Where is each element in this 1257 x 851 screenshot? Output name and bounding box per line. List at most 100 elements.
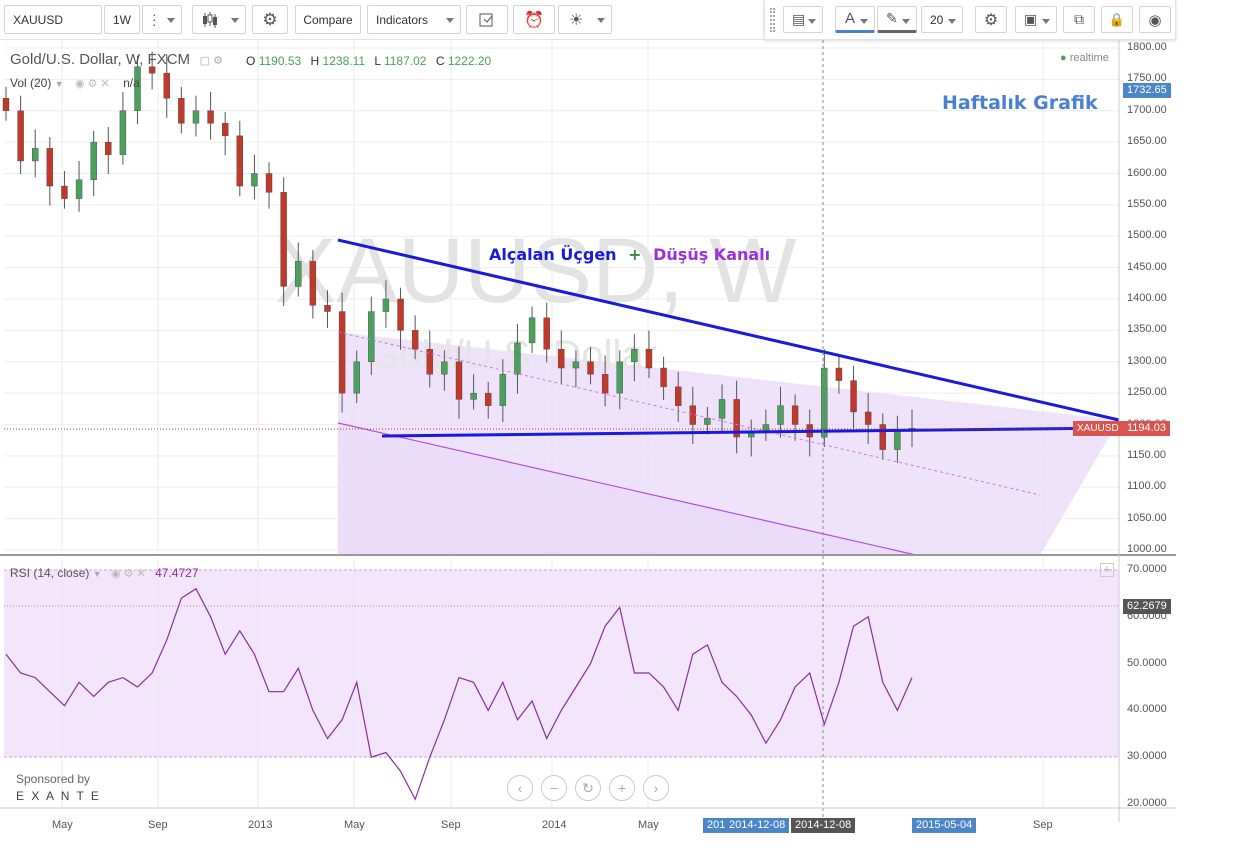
- low-label: L: [374, 54, 381, 68]
- text-color-button[interactable]: A: [835, 6, 875, 33]
- candle-body: [295, 261, 302, 287]
- gear-icon: ⚙: [983, 11, 999, 29]
- symbol-price-tag: XAUUSD: [1073, 421, 1123, 436]
- rsi-price-tag: 62.2679: [1123, 599, 1171, 614]
- sponsor-logo[interactable]: E X A N T E: [16, 789, 101, 803]
- template-icon: [479, 13, 493, 26]
- candle-body: [528, 317, 536, 344]
- chevron-down-icon: ▼: [92, 569, 102, 579]
- scroll-left-button[interactable]: ‹: [507, 775, 533, 801]
- eye-icon[interactable]: ◉ ⚙ ✕: [111, 568, 146, 580]
- clone-button[interactable]: ⧉: [1063, 6, 1095, 33]
- chart-canvas[interactable]: XAUUSD, W Gold/U.S. Dollar: [0, 40, 1257, 851]
- price-tick-label: 1000.00: [1127, 543, 1167, 555]
- alert-button[interactable]: ⏰: [513, 5, 555, 34]
- price-tick-label: 1050.00: [1127, 511, 1167, 524]
- candle-body: [46, 148, 54, 187]
- drawing-settings-button[interactable]: ⚙: [975, 6, 1007, 33]
- chevron-down-icon: [597, 18, 605, 23]
- candle-body: [791, 405, 799, 425]
- maximize-pane-icon[interactable]: +: [1100, 563, 1114, 577]
- background-color-button[interactable]: ✎: [877, 6, 917, 33]
- chevron-right-icon: ›: [653, 780, 659, 796]
- candle-body: [470, 392, 477, 400]
- last-price-tag: 1194.03: [1123, 421, 1170, 436]
- candle-body: [411, 330, 419, 350]
- ideas-button[interactable]: ☀: [558, 5, 612, 34]
- open-label: O: [246, 54, 256, 68]
- rsi-tick-label: 30.0000: [1127, 750, 1167, 763]
- rsi-tick-label: 40.0000: [1127, 703, 1167, 716]
- candle-body: [558, 349, 565, 369]
- candle-body: [850, 380, 857, 413]
- pattern-annotation[interactable]: Alçalan Üçgen + Düşüş Kanalı: [489, 245, 770, 264]
- candle-body: [397, 298, 404, 331]
- settings-button[interactable]: ⚙: [252, 5, 288, 34]
- chevron-down-icon: [231, 18, 239, 23]
- time-tick-label: May: [344, 819, 365, 831]
- time-tick-label: 2013: [248, 819, 273, 831]
- plus-icon: +: [617, 780, 627, 796]
- price-tick-label: 1400.00: [1127, 292, 1167, 304]
- plus-label: +: [628, 245, 642, 264]
- candle-body: [645, 349, 653, 369]
- candle-body: [163, 72, 170, 99]
- price-tick-label: 1650.00: [1127, 135, 1167, 148]
- close-value: 1222.20: [447, 54, 492, 68]
- templates-button[interactable]: [466, 5, 508, 34]
- candle-body: [455, 361, 463, 400]
- chart-style-button[interactable]: [192, 5, 246, 34]
- channel-label: Düşüş Kanalı: [653, 245, 771, 264]
- rsi-tick-label: 70.0000: [1127, 563, 1167, 575]
- text-style-button[interactable]: ▤: [783, 6, 823, 33]
- drag-handle[interactable]: [770, 8, 775, 32]
- reset-button[interactable]: ↻: [575, 775, 601, 801]
- compare-label: Compare: [303, 12, 353, 27]
- candle-body: [207, 110, 214, 124]
- chevron-down-icon: [167, 18, 175, 23]
- visual-order-button[interactable]: ▣: [1015, 6, 1057, 33]
- time-tick-label: Sep: [441, 819, 461, 831]
- rsi-legend[interactable]: RSI (14, close) ▼ ◉ ⚙ ✕ 47.4727: [10, 566, 199, 580]
- time-tag-start: 2014-12-08: [725, 818, 790, 833]
- candle-body: [660, 367, 667, 388]
- compare-button[interactable]: Compare: [295, 5, 361, 34]
- price-tick-label: 1300.00: [1127, 354, 1167, 367]
- rsi-tick-label: 50.0000: [1127, 656, 1167, 669]
- candle-body: [441, 361, 448, 375]
- font-size-dropdown[interactable]: 20: [921, 6, 963, 33]
- alarm-clock-icon: ⏰: [524, 11, 544, 29]
- high-value: 1238.11: [322, 54, 366, 68]
- candle-body: [821, 367, 828, 438]
- indicators-button[interactable]: Indicators: [367, 5, 461, 34]
- price-tick-label: 1700.00: [1127, 103, 1167, 116]
- candle-body: [835, 367, 843, 381]
- chart-toolbar: XAUUSD 1W · · · ⚙ Compare Indicators ⏰ ☀: [0, 0, 764, 40]
- lock-button[interactable]: 🔒: [1101, 6, 1133, 33]
- price-tick-label: 1350.00: [1127, 323, 1167, 336]
- sponsor-line: Sponsored by: [16, 772, 91, 786]
- eye-icon[interactable]: ◉ ⚙ ✕: [75, 78, 110, 90]
- candle-body: [90, 141, 97, 180]
- layers-icon: ▣: [1024, 11, 1038, 27]
- heading-annotation[interactable]: Haftalık Grafik: [942, 92, 1098, 114]
- zoom-out-button[interactable]: −: [541, 775, 567, 801]
- interval-dropdown[interactable]: · · ·: [142, 5, 182, 34]
- candle-body: [368, 311, 375, 362]
- volume-label: Vol (20): [10, 76, 52, 90]
- symbol-search-input[interactable]: XAUUSD: [4, 5, 102, 34]
- watermark-symbol: XAUUSD, W: [275, 220, 797, 322]
- rsi-label: RSI (14, close): [10, 566, 90, 580]
- candle-body: [32, 148, 39, 162]
- candle-body: [324, 305, 331, 312]
- candle-body: [61, 185, 68, 199]
- scroll-right-button[interactable]: ›: [643, 775, 669, 801]
- hide-button[interactable]: ◉: [1139, 6, 1171, 33]
- candle-body: [543, 317, 550, 350]
- close-label: C: [435, 54, 445, 68]
- zoom-in-button[interactable]: +: [609, 775, 635, 801]
- settings-icons[interactable]: ▢ ⚙: [200, 55, 223, 67]
- interval-button[interactable]: 1W: [104, 5, 140, 34]
- volume-legend[interactable]: Vol (20) ▼ ◉ ⚙ ✕ n/a: [10, 76, 140, 90]
- candle-body: [17, 110, 24, 162]
